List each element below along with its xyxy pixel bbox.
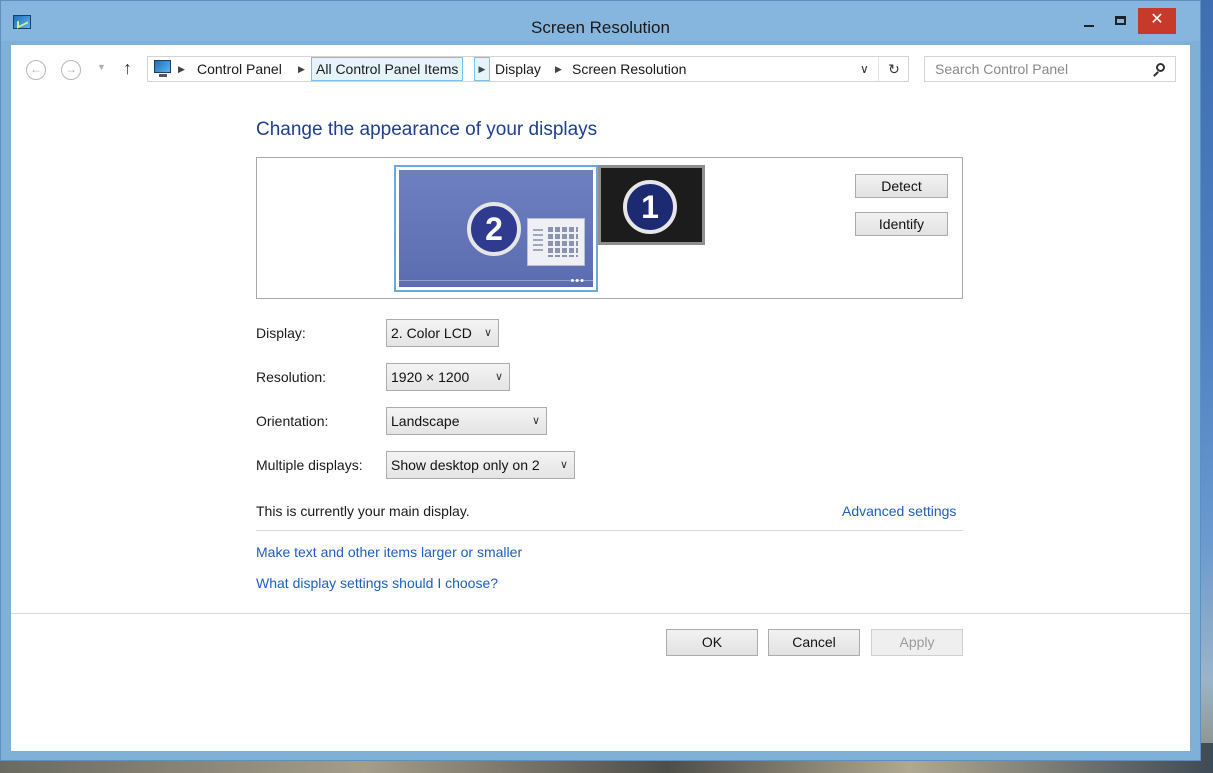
more-icon: ••• [570, 275, 585, 287]
breadcrumb-separator-icon[interactable]: ▶ [555, 57, 562, 81]
search-box[interactable]: Search Control Panel [924, 56, 1176, 82]
search-input[interactable]: Search Control Panel [935, 57, 1068, 81]
breadcrumb-control-panel[interactable]: Control Panel [197, 57, 282, 81]
address-bar[interactable]: ▶ Control Panel ▶ All Control Panel Item… [147, 56, 909, 82]
multiple-displays-label: Multiple displays: [256, 457, 363, 473]
display-arrangement-area: 2 ••• 1 Detect Identify [256, 157, 963, 299]
navigation-bar: ← → ▼ ↑ ▶ Control Panel ▶ All Control Pa… [11, 45, 1190, 93]
chevron-down-icon: ∨ [531, 415, 540, 427]
cancel-button[interactable]: Cancel [768, 629, 860, 656]
chevron-down-icon: ∨ [494, 371, 503, 383]
close-button[interactable]: ✕ [1138, 8, 1176, 34]
forward-icon: → [65, 62, 77, 76]
display-select-value: 2. Color LCD [391, 325, 472, 341]
display-help-link[interactable]: What display settings should I choose? [256, 575, 498, 591]
display-label: Display: [256, 325, 306, 341]
resolution-select[interactable]: 1920 × 1200 ∨ [386, 363, 510, 391]
refresh-icon[interactable]: ↻ [878, 57, 909, 81]
breadcrumb-all-control-panel-items[interactable]: All Control Panel Items [311, 57, 464, 81]
back-button[interactable]: ← [26, 60, 46, 80]
control-panel-icon [154, 60, 171, 77]
footer-divider [11, 613, 1190, 614]
search-icon[interactable] [1156, 63, 1165, 72]
advanced-settings-link[interactable]: Advanced settings [842, 503, 956, 519]
up-icon[interactable]: ↑ [123, 58, 132, 79]
identify-button[interactable]: Identify [855, 212, 948, 236]
display-select[interactable]: 2. Color LCD ∨ [386, 319, 499, 347]
screen-resolution-window: Screen Resolution ✕ ← → ▼ ↑ ▶ Control Pa… [0, 0, 1201, 761]
detect-button[interactable]: Detect [855, 174, 948, 198]
breadcrumb-separator-icon[interactable]: ▶ [178, 57, 185, 81]
title-bar[interactable]: Screen Resolution ✕ [1, 1, 1200, 41]
forward-button[interactable]: → [61, 60, 81, 80]
monitor-number-badge: 2 [467, 202, 521, 256]
apply-button[interactable]: Apply [871, 629, 963, 656]
monitor-2-screen: 2 ••• [399, 170, 593, 287]
breadcrumb-separator-icon[interactable]: ▶ [474, 57, 490, 81]
address-dropdown-icon[interactable]: ∨ [860, 57, 869, 81]
resolution-select-value: 1920 × 1200 [391, 369, 470, 385]
multiple-displays-select[interactable]: Show desktop only on 2 ∨ [386, 451, 575, 479]
multiple-displays-select-value: Show desktop only on 2 [391, 457, 540, 473]
divider [256, 530, 963, 531]
display-settings-icon [527, 218, 585, 266]
chevron-down-icon: ∨ [483, 327, 492, 339]
main-display-status: This is currently your main display. [256, 503, 470, 519]
breadcrumb-screen-resolution[interactable]: Screen Resolution [572, 57, 686, 81]
orientation-label: Orientation: [256, 413, 329, 429]
breadcrumb-display[interactable]: Display [495, 57, 541, 81]
orientation-select[interactable]: Landscape ∨ [386, 407, 547, 435]
breadcrumb-separator-icon[interactable]: ▶ [298, 57, 305, 81]
monitor-number-badge: 1 [623, 180, 677, 234]
close-icon: ✕ [1150, 11, 1164, 28]
monitor-1[interactable]: 1 [598, 165, 705, 245]
window-title: Screen Resolution [531, 18, 670, 37]
orientation-select-value: Landscape [391, 413, 460, 429]
minimize-button[interactable] [1074, 8, 1104, 34]
text-size-link[interactable]: Make text and other items larger or smal… [256, 544, 522, 560]
content-area: ← → ▼ ↑ ▶ Control Panel ▶ All Control Pa… [11, 45, 1190, 751]
monitor-2[interactable]: 2 ••• [394, 165, 598, 292]
minimize-icon [1084, 25, 1094, 28]
resolution-label: Resolution: [256, 369, 327, 385]
ok-button[interactable]: OK [666, 629, 758, 656]
maximize-button[interactable] [1106, 8, 1134, 34]
maximize-icon [1114, 16, 1126, 25]
recent-locations-icon[interactable]: ▼ [97, 62, 106, 72]
back-icon: ← [30, 62, 42, 76]
page-title: Change the appearance of your displays [256, 119, 598, 140]
chevron-down-icon: ∨ [559, 459, 568, 471]
